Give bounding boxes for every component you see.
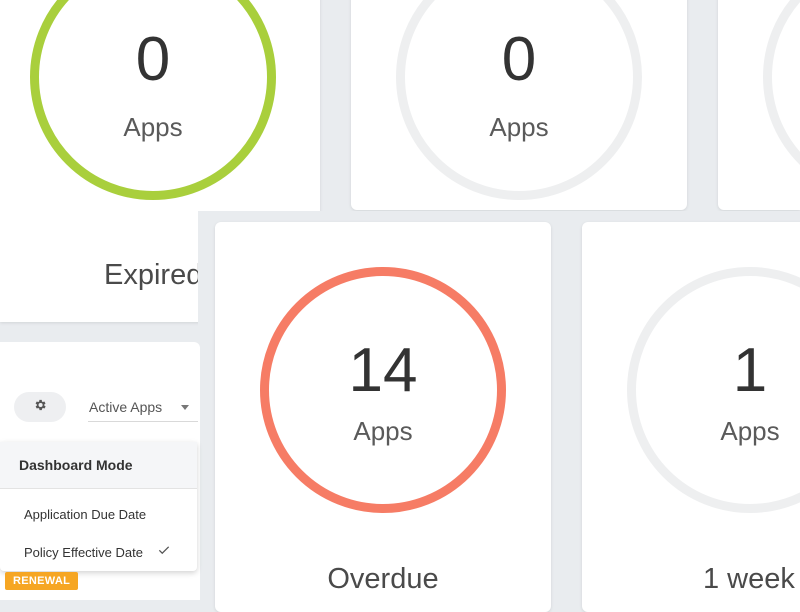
status-card-1-week[interactable]: 1 Apps 1 week [582,222,800,612]
check-icon [157,543,171,560]
renewal-badge: RENEWAL [5,572,79,590]
view-select[interactable]: Active Apps [88,392,198,422]
app-count-unit: Apps [123,112,183,142]
status-card-overdue[interactable]: 14 Apps Overdue [215,222,551,612]
app-count: 0 [501,25,537,94]
app-count: 1 [732,336,768,405]
menu-header-label: Dashboard Mode [19,457,133,473]
gear-icon [33,398,47,417]
menu-item-policy-effective-date[interactable]: Policy Effective Date [0,533,197,571]
menu-item-label: Application Due Date [24,506,147,522]
view-select-value: Active Apps [89,398,163,415]
menu-item-label: Policy Effective Date [24,544,143,560]
app-count: 0 [135,25,171,94]
status-card[interactable] [718,0,800,210]
app-count: 14 [348,336,418,405]
menu-header: Dashboard Mode [0,442,197,489]
app-count-unit: Apps [720,416,780,446]
settings-button[interactable] [14,392,66,422]
app-count-unit: Apps [353,416,413,446]
dashboard-mode-menu: Dashboard Mode Application Due Date Poli… [0,442,197,571]
chevron-down-icon [181,405,189,410]
card-status-label: Overdue [327,563,439,595]
status-card[interactable]: 0 Apps [351,0,687,210]
status-ring [763,0,800,200]
card-status-label: 1 week [703,563,795,595]
menu-item-application-due-date[interactable]: Application Due Date [0,495,197,533]
app-count-unit: Apps [489,112,549,142]
card-status-label: Expired [104,259,203,291]
